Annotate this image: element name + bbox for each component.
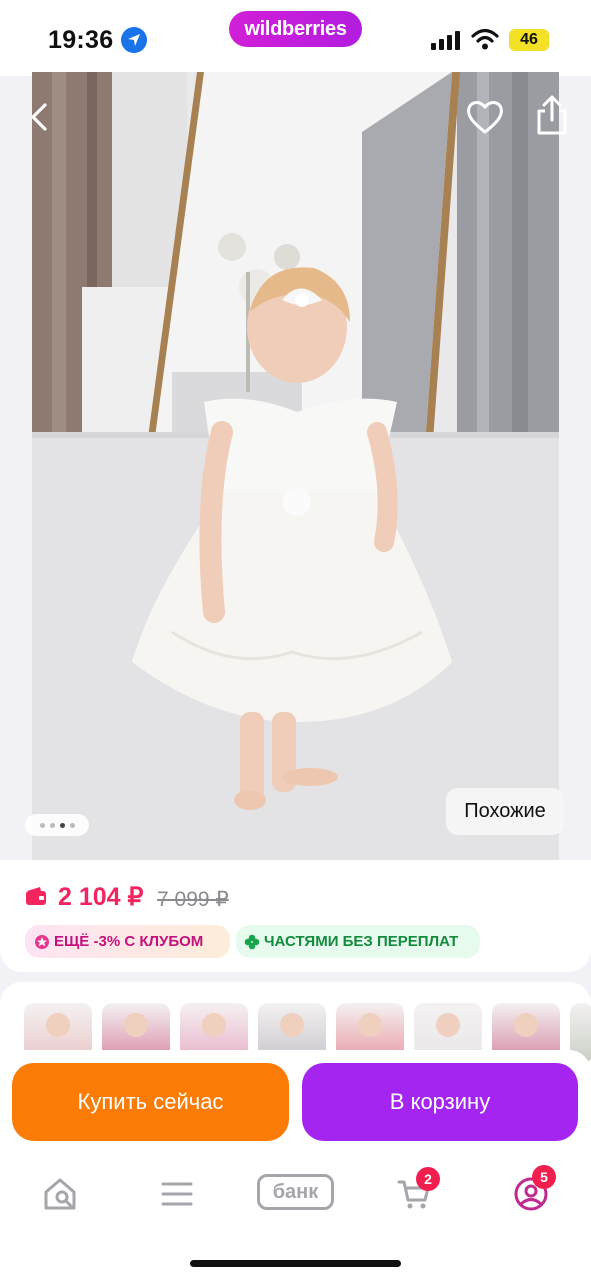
battery-icon: 46 (509, 29, 549, 51)
buy-now-button[interactable]: Купить сейчас (12, 1063, 289, 1141)
tab-home-search[interactable] (38, 1172, 82, 1216)
share-icon (537, 95, 567, 135)
thumbnail-figure (514, 1013, 538, 1037)
status-bar: 19:36 wildberries 46 (0, 0, 591, 76)
thumbnail-figure (280, 1013, 304, 1037)
tab-catalog[interactable] (155, 1172, 199, 1216)
cart-count-badge: 2 (416, 1167, 440, 1191)
brand-logo: wildberries (229, 11, 362, 47)
club-discount-badge[interactable]: ЕЩЁ -3% С КЛУБОМ (25, 925, 230, 958)
location-arrow-icon (121, 27, 147, 53)
wallet-icon (26, 887, 46, 905)
share-button[interactable] (532, 94, 572, 138)
club-flower-icon (35, 934, 49, 949)
similar-button[interactable]: Похожие (446, 788, 564, 835)
add-to-cart-button[interactable]: В корзину (302, 1063, 578, 1141)
status-time: 19:36 (48, 26, 114, 54)
back-chevron-icon (31, 103, 47, 131)
carousel-dot (39, 822, 45, 828)
thumbnail-figure (124, 1013, 148, 1037)
thumbnail-figure (46, 1013, 70, 1037)
product-photo[interactable] (32, 72, 559, 860)
favorite-button[interactable] (464, 96, 506, 138)
wifi-icon (471, 28, 499, 50)
tab-bank[interactable]: банк (257, 1174, 334, 1210)
carousel-indicator (25, 814, 89, 836)
cellular-signal-icon (431, 31, 460, 50)
product-photo-image (32, 72, 559, 860)
old-price: 7 099 ₽ (157, 888, 229, 911)
club-discount-label: ЕЩЁ -3% С КЛУБОМ (54, 933, 204, 950)
current-price: 2 104 ₽ (58, 883, 144, 911)
heart-icon (467, 101, 503, 134)
thumbnail-figure (358, 1013, 382, 1037)
carousel-dot (69, 822, 75, 828)
home-search-icon (44, 1178, 76, 1210)
home-indicator (190, 1260, 401, 1267)
back-button[interactable] (22, 96, 56, 138)
menu-lines-icon (161, 1182, 193, 1206)
profile-count-badge: 5 (532, 1165, 556, 1189)
thumbnail-figure (202, 1013, 226, 1037)
carousel-dot (49, 822, 55, 828)
carousel-dot-active (59, 822, 65, 828)
installment-badge[interactable]: ЧАСТЯМИ БЕЗ ПЕРЕПЛАТ (236, 925, 480, 958)
installment-label: ЧАСТЯМИ БЕЗ ПЕРЕПЛАТ (264, 933, 459, 950)
clover-icon (244, 934, 260, 949)
thumbnail-figure (436, 1013, 460, 1037)
